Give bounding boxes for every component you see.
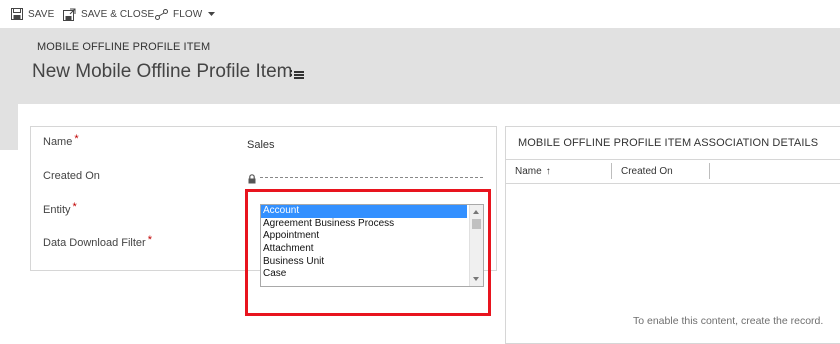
required-indicator: * (72, 201, 77, 213)
entity-name: MOBILE OFFLINE PROFILE ITEM (37, 41, 211, 53)
grid-header-divider (506, 183, 840, 184)
column-separator (709, 163, 710, 179)
name-label-text: Name (43, 136, 73, 148)
created-on-field (260, 177, 483, 178)
association-details-panel: MOBILE OFFLINE PROFILE ITEM ASSOCIATION … (505, 126, 840, 344)
highlight-box (245, 189, 491, 316)
required-indicator: * (147, 234, 152, 246)
data-download-filter-label: Data Download Filter * (43, 234, 152, 249)
flow-icon (155, 8, 168, 20)
form-header: MOBILE OFFLINE PROFILE ITEM New Mobile O… (0, 28, 840, 104)
column-header-name-label: Name (515, 166, 542, 177)
required-indicator: * (74, 133, 79, 145)
created-on-label: Created On (43, 170, 100, 182)
flow-label: FLOW (173, 8, 203, 20)
flow-button[interactable]: FLOW (155, 0, 216, 28)
floppy-disk-icon (11, 8, 23, 20)
chevron-down-icon (208, 12, 216, 16)
entity-field-label: Entity * (43, 201, 77, 216)
column-header-name[interactable]: Name ↑ (515, 166, 551, 177)
left-gutter (0, 104, 18, 150)
form-selector-icon[interactable] (290, 67, 304, 85)
save-button[interactable]: SAVE (11, 0, 54, 28)
save-label: SAVE (28, 8, 55, 20)
lock-icon (248, 171, 256, 189)
data-download-filter-label-text: Data Download Filter (43, 237, 146, 249)
column-separator (611, 163, 612, 179)
name-field[interactable]: Sales (247, 139, 275, 151)
save-and-close-button[interactable]: SAVE & CLOSE (63, 0, 154, 28)
name-field-label: Name * (43, 133, 79, 148)
save-and-close-icon (63, 8, 76, 21)
association-panel-title: MOBILE OFFLINE PROFILE ITEM ASSOCIATION … (518, 137, 819, 149)
sort-ascending-icon: ↑ (545, 166, 551, 177)
panel-divider (506, 159, 840, 160)
save-and-close-label: SAVE & CLOSE (81, 8, 155, 20)
entity-label-text: Entity (43, 204, 71, 216)
page-title: New Mobile Offline Profile Item (32, 61, 293, 82)
command-bar: SAVE SAVE & CLOSE FLOW (0, 0, 840, 28)
column-header-created-on-label: Created On (621, 166, 673, 177)
column-header-created-on[interactable]: Created On (621, 166, 673, 177)
empty-grid-message: To enable this content, create the recor… (633, 315, 824, 327)
